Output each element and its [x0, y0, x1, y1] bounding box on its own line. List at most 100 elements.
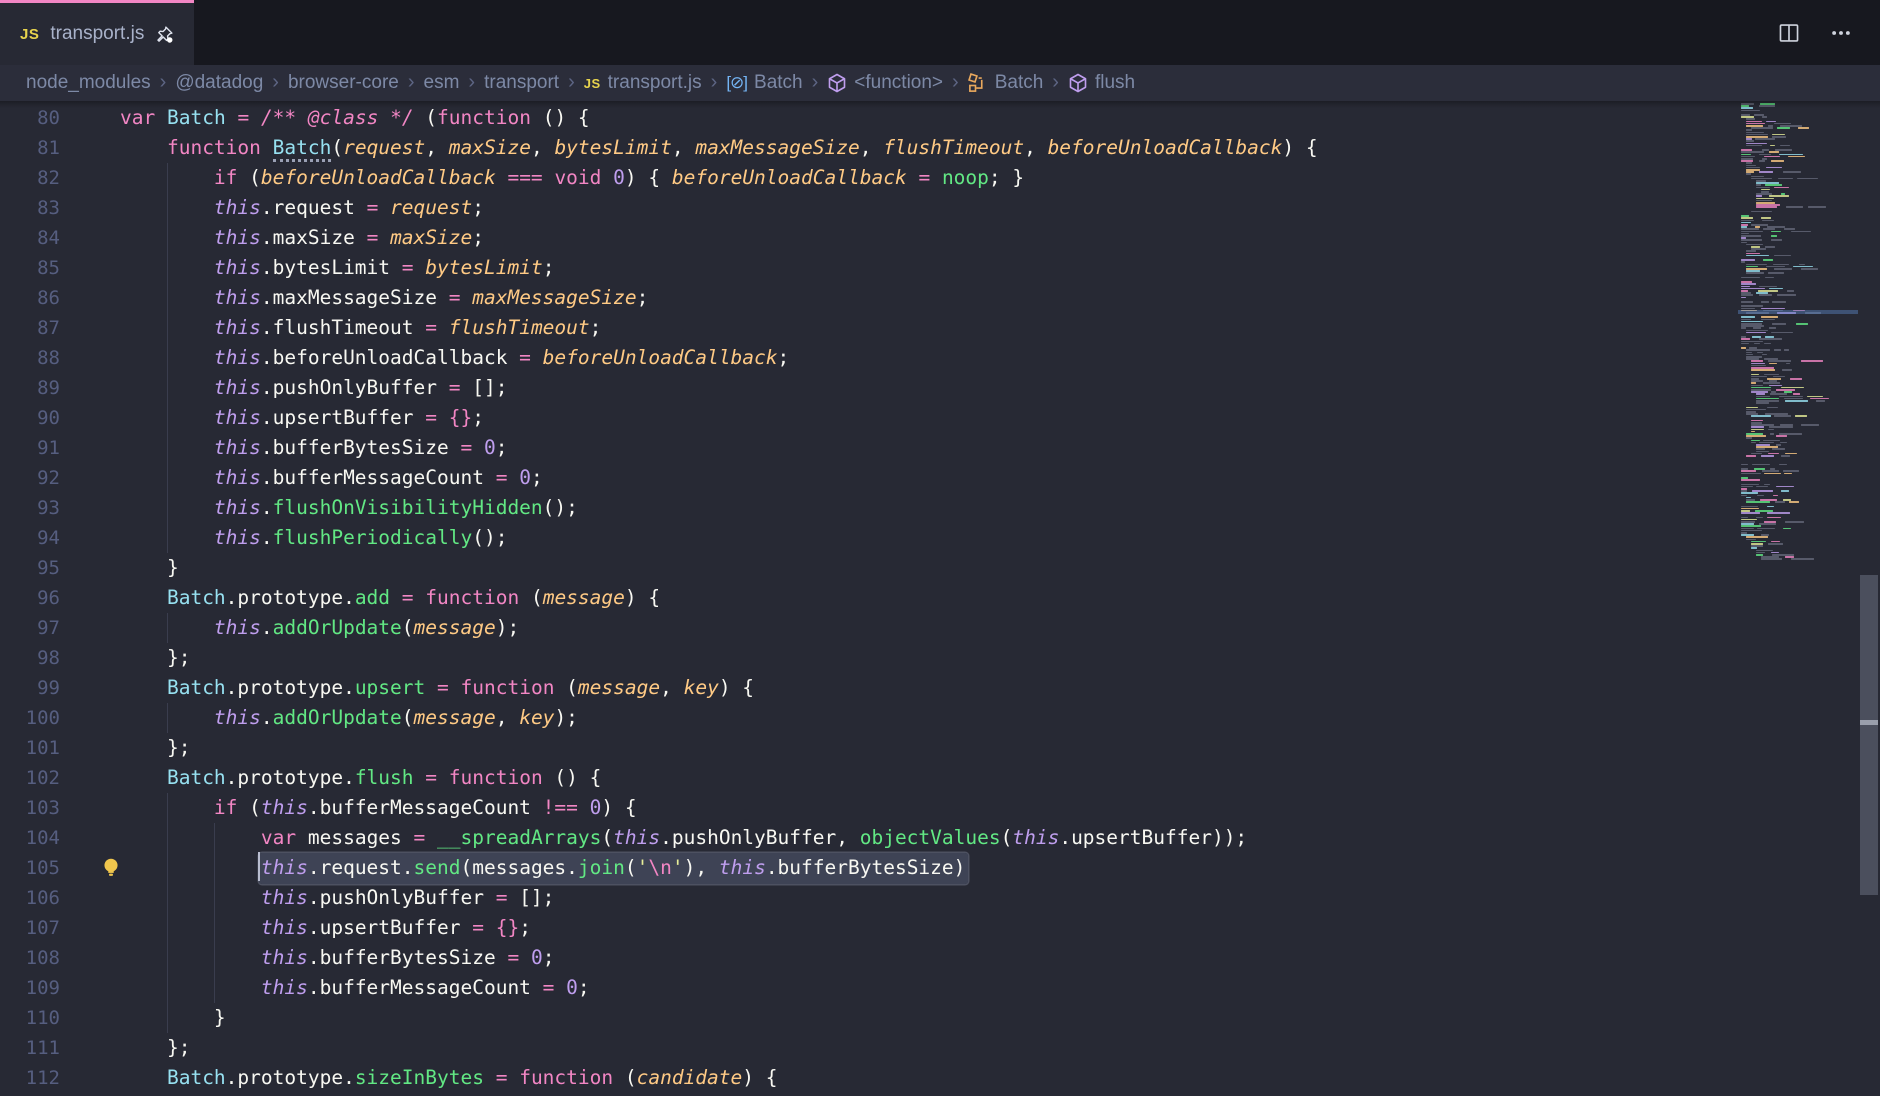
- code-line-82[interactable]: 82 if (beforeUnloadCallback === void 0) …: [0, 163, 1738, 193]
- line-number[interactable]: 97: [0, 617, 78, 639]
- line-number[interactable]: 102: [0, 767, 78, 789]
- breadcrumb-separator: ›: [812, 71, 819, 94]
- code-line-92[interactable]: 92 this.bufferMessageCount = 0;: [0, 463, 1738, 493]
- breadcrumb-item-batch[interactable]: [⊘]Batch: [726, 72, 802, 94]
- minimap-code-row: [1771, 160, 1784, 162]
- line-number[interactable]: 95: [0, 557, 78, 579]
- code-line-81[interactable]: 81 function Batch(request, maxSize, byte…: [0, 133, 1738, 163]
- code-line-106[interactable]: 106 this.pushOnlyBuffer = [];: [0, 883, 1738, 913]
- line-number[interactable]: 80: [0, 107, 78, 129]
- code-line-90[interactable]: 90 this.upsertBuffer = {};: [0, 403, 1738, 433]
- line-number[interactable]: 110: [0, 1007, 78, 1029]
- pin-icon[interactable]: [155, 25, 174, 44]
- minimap-code-row: [1779, 154, 1803, 156]
- code-line-87[interactable]: 87 this.flushTimeout = flushTimeout;: [0, 313, 1738, 343]
- line-number[interactable]: 104: [0, 827, 78, 849]
- code-line-96[interactable]: 96 Batch.prototype.add = function (messa…: [0, 583, 1738, 613]
- line-content: this.flushOnVisibilityHidden();: [120, 493, 578, 523]
- code-line-83[interactable]: 83 this.request = request;: [0, 193, 1738, 223]
- breadcrumb-item-batch[interactable]: Batch: [968, 72, 1044, 94]
- line-number[interactable]: 99: [0, 677, 78, 699]
- breadcrumb-item-browser-core[interactable]: browser-core: [288, 72, 399, 94]
- line-number[interactable]: 90: [0, 407, 78, 429]
- code-line-86[interactable]: 86 this.maxMessageSize = maxMessageSize;: [0, 283, 1738, 313]
- line-number[interactable]: 85: [0, 257, 78, 279]
- breadcrumb-item-transport-js[interactable]: JStransport.js: [584, 72, 702, 94]
- line-number[interactable]: 109: [0, 977, 78, 999]
- indent-guide: [214, 943, 215, 973]
- line-number[interactable]: 82: [0, 167, 78, 189]
- line-number[interactable]: 100: [0, 707, 78, 729]
- minimap-code-row: [1746, 437, 1752, 439]
- line-number[interactable]: 91: [0, 437, 78, 459]
- line-number[interactable]: 98: [0, 647, 78, 669]
- code-line-107[interactable]: 107 this.upsertBuffer = {};: [0, 913, 1738, 943]
- line-number[interactable]: 87: [0, 317, 78, 339]
- code-line-95[interactable]: 95 }: [0, 553, 1738, 583]
- line-number[interactable]: 88: [0, 347, 78, 369]
- code-line-111[interactable]: 111 };: [0, 1033, 1738, 1063]
- line-number[interactable]: 103: [0, 797, 78, 819]
- javascript-file-icon: JS: [20, 26, 39, 43]
- code-line-97[interactable]: 97 this.addOrUpdate(message);: [0, 613, 1738, 643]
- tab-transport-js[interactable]: JS transport.js: [0, 0, 194, 65]
- line-number[interactable]: 84: [0, 227, 78, 249]
- breadcrumb-item-transport[interactable]: transport: [484, 72, 559, 94]
- code-line-112[interactable]: 112 Batch.prototype.sizeInBytes = functi…: [0, 1063, 1738, 1093]
- code-line-102[interactable]: 102 Batch.prototype.flush = function () …: [0, 763, 1738, 793]
- code-line-94[interactable]: 94 this.flushPeriodically();: [0, 523, 1738, 553]
- line-number[interactable]: 106: [0, 887, 78, 909]
- line-number[interactable]: 108: [0, 947, 78, 969]
- breadcrumb-item--function-[interactable]: <function>: [827, 72, 943, 94]
- split-editor-icon[interactable]: [1778, 22, 1800, 44]
- scrollbar-thumb[interactable]: [1860, 575, 1878, 895]
- minimap[interactable]: [1738, 101, 1858, 1096]
- line-number[interactable]: 111: [0, 1037, 78, 1059]
- code-line-99[interactable]: 99 Batch.prototype.upsert = function (me…: [0, 673, 1738, 703]
- line-number[interactable]: 105: [0, 857, 78, 879]
- code-line-89[interactable]: 89 this.pushOnlyBuffer = [];: [0, 373, 1738, 403]
- code-line-103[interactable]: 103 if (this.bufferMessageCount !== 0) {: [0, 793, 1738, 823]
- line-number[interactable]: 83: [0, 197, 78, 219]
- code-line-110[interactable]: 110 }: [0, 1003, 1738, 1033]
- code-line-105[interactable]: 105 this.request.send(messages.join('\n'…: [0, 853, 1738, 883]
- code-line-84[interactable]: 84 this.maxSize = maxSize;: [0, 223, 1738, 253]
- code-line-100[interactable]: 100 this.addOrUpdate(message, key);: [0, 703, 1738, 733]
- code-line-104[interactable]: 104 var messages = __spreadArrays(this.p…: [0, 823, 1738, 853]
- code-line-80[interactable]: 80var Batch = /** @class */ (function ()…: [0, 103, 1738, 133]
- line-number[interactable]: 93: [0, 497, 78, 519]
- vertical-scrollbar[interactable]: [1858, 101, 1880, 1096]
- code-line-108[interactable]: 108 this.bufferBytesSize = 0;: [0, 943, 1738, 973]
- code-editor[interactable]: 80var Batch = /** @class */ (function ()…: [0, 101, 1880, 1096]
- line-number[interactable]: 101: [0, 737, 78, 759]
- minimap-code-row: [1762, 220, 1774, 222]
- code-line-91[interactable]: 91 this.bufferBytesSize = 0;: [0, 433, 1738, 463]
- line-number[interactable]: 112: [0, 1067, 78, 1089]
- minimap-code-row: [1741, 294, 1753, 296]
- line-number[interactable]: 81: [0, 137, 78, 159]
- lightbulb-icon[interactable]: [100, 856, 122, 885]
- code-line-109[interactable]: 109 this.bufferMessageCount = 0;: [0, 973, 1738, 1003]
- breadcrumb-item-flush[interactable]: flush: [1068, 72, 1135, 94]
- line-number[interactable]: 86: [0, 287, 78, 309]
- line-number[interactable]: 89: [0, 377, 78, 399]
- breadcrumb-item-node-modules[interactable]: node_modules: [26, 72, 151, 94]
- breadcrumb-item-esm[interactable]: esm: [424, 72, 460, 94]
- code-line-93[interactable]: 93 this.flushOnVisibilityHidden();: [0, 493, 1738, 523]
- line-number[interactable]: 94: [0, 527, 78, 549]
- breadcrumb-item--datadog[interactable]: @datadog: [175, 72, 263, 94]
- breadcrumb-label: esm: [424, 72, 460, 94]
- line-number[interactable]: 107: [0, 917, 78, 939]
- line-number[interactable]: 92: [0, 467, 78, 489]
- code-line-98[interactable]: 98 };: [0, 643, 1738, 673]
- code-line-85[interactable]: 85 this.bytesLimit = bytesLimit;: [0, 253, 1738, 283]
- code-line-88[interactable]: 88 this.beforeUnloadCallback = beforeUnl…: [0, 343, 1738, 373]
- code-line-101[interactable]: 101 };: [0, 733, 1738, 763]
- tab-bar: JS transport.js: [0, 0, 1880, 65]
- minimap-code-row: [1783, 528, 1792, 530]
- minimap-code-row: [1756, 550, 1773, 552]
- line-number[interactable]: 96: [0, 587, 78, 609]
- line-content: this.flushPeriodically();: [120, 523, 507, 553]
- minimap-code-row: [1741, 492, 1758, 494]
- more-actions-icon[interactable]: [1830, 22, 1852, 44]
